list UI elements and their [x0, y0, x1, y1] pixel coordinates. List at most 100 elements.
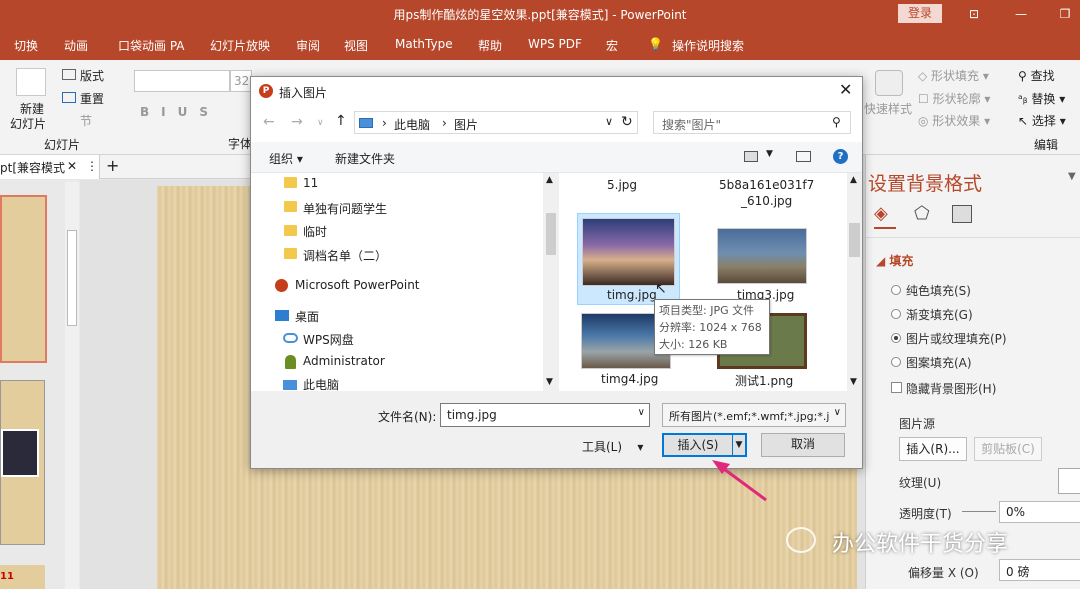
tab-transitions[interactable]: 切换 [14, 37, 38, 54]
file-list-scrollbar[interactable]: ▲ ▼ [847, 173, 862, 391]
close-icon[interactable]: ✕ [839, 80, 852, 99]
nav-item[interactable]: 桌面 [295, 308, 319, 325]
replace-button[interactable]: ᵃᵦ 替换 ▾ [1018, 90, 1065, 107]
picture-icon[interactable] [952, 205, 972, 223]
new-slide-label-2[interactable]: 幻灯片 [10, 115, 46, 132]
tab-macro[interactable]: 宏 [606, 37, 618, 54]
nav-scrollbar[interactable]: ▲ ▼ [543, 173, 559, 391]
layout-button[interactable]: 版式 [80, 67, 104, 84]
thumbnail-image[interactable] [717, 228, 807, 284]
fill-bucket-icon[interactable]: ◈ [874, 203, 888, 224]
nav-item[interactable]: 临时 [303, 223, 327, 240]
file-name[interactable]: timg.jpg [607, 288, 657, 302]
scrollbar-thumb[interactable] [67, 230, 77, 326]
breadcrumb-this-pc[interactable]: 此电脑 [394, 116, 430, 133]
solid-fill-radio[interactable] [891, 285, 901, 295]
more-icon[interactable]: ⋮ [86, 159, 98, 173]
document-tab[interactable]: pt[兼容模式 ✕ ⋮ [0, 155, 100, 179]
chevron-up-icon[interactable]: ▲ [546, 175, 553, 185]
tab-mathtype[interactable]: MathType [395, 37, 453, 51]
transparency-slider[interactable] [962, 511, 996, 512]
search-box[interactable]: 搜索"图片" ⚲ [653, 111, 851, 134]
insert-picture-button[interactable]: 插入(R)... [899, 437, 967, 461]
preview-pane-icon[interactable] [796, 151, 811, 162]
tab-review[interactable]: 审阅 [296, 37, 320, 54]
hide-bg-label[interactable]: 隐藏背景图形(H) [906, 380, 996, 397]
help-icon[interactable]: ? [833, 149, 848, 164]
font-format-buttons[interactable]: BIUS [140, 105, 220, 119]
up-arrow-icon[interactable]: ↑ [335, 113, 347, 129]
tab-pocket-animation[interactable]: 口袋动画 PA [118, 37, 185, 54]
view-icon[interactable] [744, 151, 758, 162]
address-bar[interactable]: › 此电脑 › 图片 ∨ ↻ [354, 111, 638, 134]
quick-styles-button[interactable]: 快速样式 [864, 100, 912, 117]
search-input[interactable]: 搜索"图片" [662, 116, 721, 133]
select-button[interactable]: ↖ 选择 ▾ [1018, 112, 1066, 129]
file-name[interactable]: timg4.jpg [601, 372, 658, 386]
tools-button[interactable]: 工具(L) ▾ [582, 438, 643, 455]
ribbon-display-button[interactable]: ⊡ [963, 4, 985, 24]
file-type-select[interactable]: 所有图片(*.emf;*.wmf;*.jpg;*.j ∨ [662, 403, 846, 427]
forward-arrow-icon[interactable]: → [291, 114, 303, 130]
tab-slideshow[interactable]: 幻灯片放映 [210, 37, 270, 54]
refresh-icon[interactable]: ↻ [621, 114, 633, 130]
nav-item[interactable]: 调档名单（二） [303, 247, 387, 264]
clipboard-button[interactable]: 剪贴板(C) [974, 437, 1042, 461]
texture-picker[interactable] [1058, 468, 1080, 494]
search-icon[interactable]: ⚲ [832, 115, 841, 129]
file-name[interactable]: 5.jpg [607, 178, 637, 192]
minimize-button[interactable]: — [1010, 4, 1032, 24]
organize-button[interactable]: 组织 ▾ [269, 150, 303, 167]
tab-help[interactable]: 帮助 [478, 37, 502, 54]
solid-fill-label[interactable]: 纯色填充(S) [906, 282, 971, 299]
section-button[interactable]: 节 [80, 112, 92, 129]
chevron-down-icon[interactable]: ∨ [317, 118, 324, 128]
slide-thumbnail[interactable] [0, 380, 45, 545]
login-button[interactable]: 登录 [898, 4, 942, 23]
nav-item[interactable]: 单独有问题学生 [303, 200, 387, 217]
shape-outline-button[interactable]: ☐ 形状轮廓 ▾ [918, 90, 990, 107]
picture-fill-label[interactable]: 图片或纹理填充(P) [906, 330, 1007, 347]
fill-section-header[interactable]: ◢ 填充 [876, 252, 913, 269]
nav-item[interactable]: 11 [303, 176, 318, 190]
file-name[interactable]: 测试1.png [735, 372, 793, 389]
font-size-input[interactable]: 32 [230, 70, 252, 92]
nav-item[interactable]: WPS网盘 [303, 331, 354, 348]
thumbnail-scrollbar[interactable] [65, 182, 79, 589]
pattern-fill-radio[interactable] [891, 357, 901, 367]
pane-options-icon[interactable]: ▼ [1068, 171, 1076, 182]
slide-thumbnail-active[interactable] [0, 195, 47, 363]
chevron-down-icon[interactable]: ∨ [638, 407, 645, 418]
tab-view[interactable]: 视图 [344, 37, 368, 54]
offset-x-input[interactable]: 0 磅 [999, 559, 1080, 581]
slide-thumbnail[interactable]: 11 [0, 565, 45, 589]
chevron-down-icon[interactable]: ∨ [833, 407, 841, 418]
back-arrow-icon[interactable]: ← [263, 114, 275, 130]
nav-item[interactable]: Administrator [303, 354, 385, 368]
nav-item[interactable]: Microsoft PowerPoint [295, 278, 420, 292]
picture-fill-radio[interactable] [891, 333, 901, 343]
gradient-fill-label[interactable]: 渐变填充(G) [906, 306, 973, 323]
nav-item[interactable]: 此电脑 [303, 376, 339, 391]
scrollbar-thumb[interactable] [546, 213, 556, 255]
maximize-button[interactable]: ❐ [1054, 4, 1076, 24]
tab-wps-pdf[interactable]: WPS PDF [528, 37, 582, 51]
add-tab-button[interactable]: + [106, 156, 119, 175]
chevron-down-icon[interactable]: ∨ [605, 115, 613, 128]
chevron-up-icon[interactable]: ▲ [850, 175, 857, 185]
hide-bg-checkbox[interactable] [891, 382, 902, 393]
file-name[interactable]: 5b8a161e031f7 _610.jpg [719, 177, 814, 209]
breadcrumb-pictures[interactable]: 图片 [454, 116, 478, 133]
filename-input[interactable]: timg.jpg ∨ [440, 403, 650, 427]
font-name-input[interactable] [134, 70, 230, 92]
tell-me-search[interactable]: 操作说明搜索 [672, 37, 744, 54]
scrollbar-thumb[interactable] [849, 223, 860, 257]
chevron-down-icon[interactable]: ▼ [546, 377, 553, 387]
transparency-input[interactable]: 0% [999, 501, 1080, 523]
pentagon-icon[interactable]: ⬠ [914, 203, 930, 224]
chevron-down-icon[interactable]: ▼ [850, 377, 857, 387]
find-button[interactable]: ⚲ 查找 [1018, 67, 1055, 84]
tab-animations[interactable]: 动画 [64, 37, 88, 54]
close-icon[interactable]: ✕ [67, 159, 77, 173]
reset-button[interactable]: 重置 [80, 90, 104, 107]
